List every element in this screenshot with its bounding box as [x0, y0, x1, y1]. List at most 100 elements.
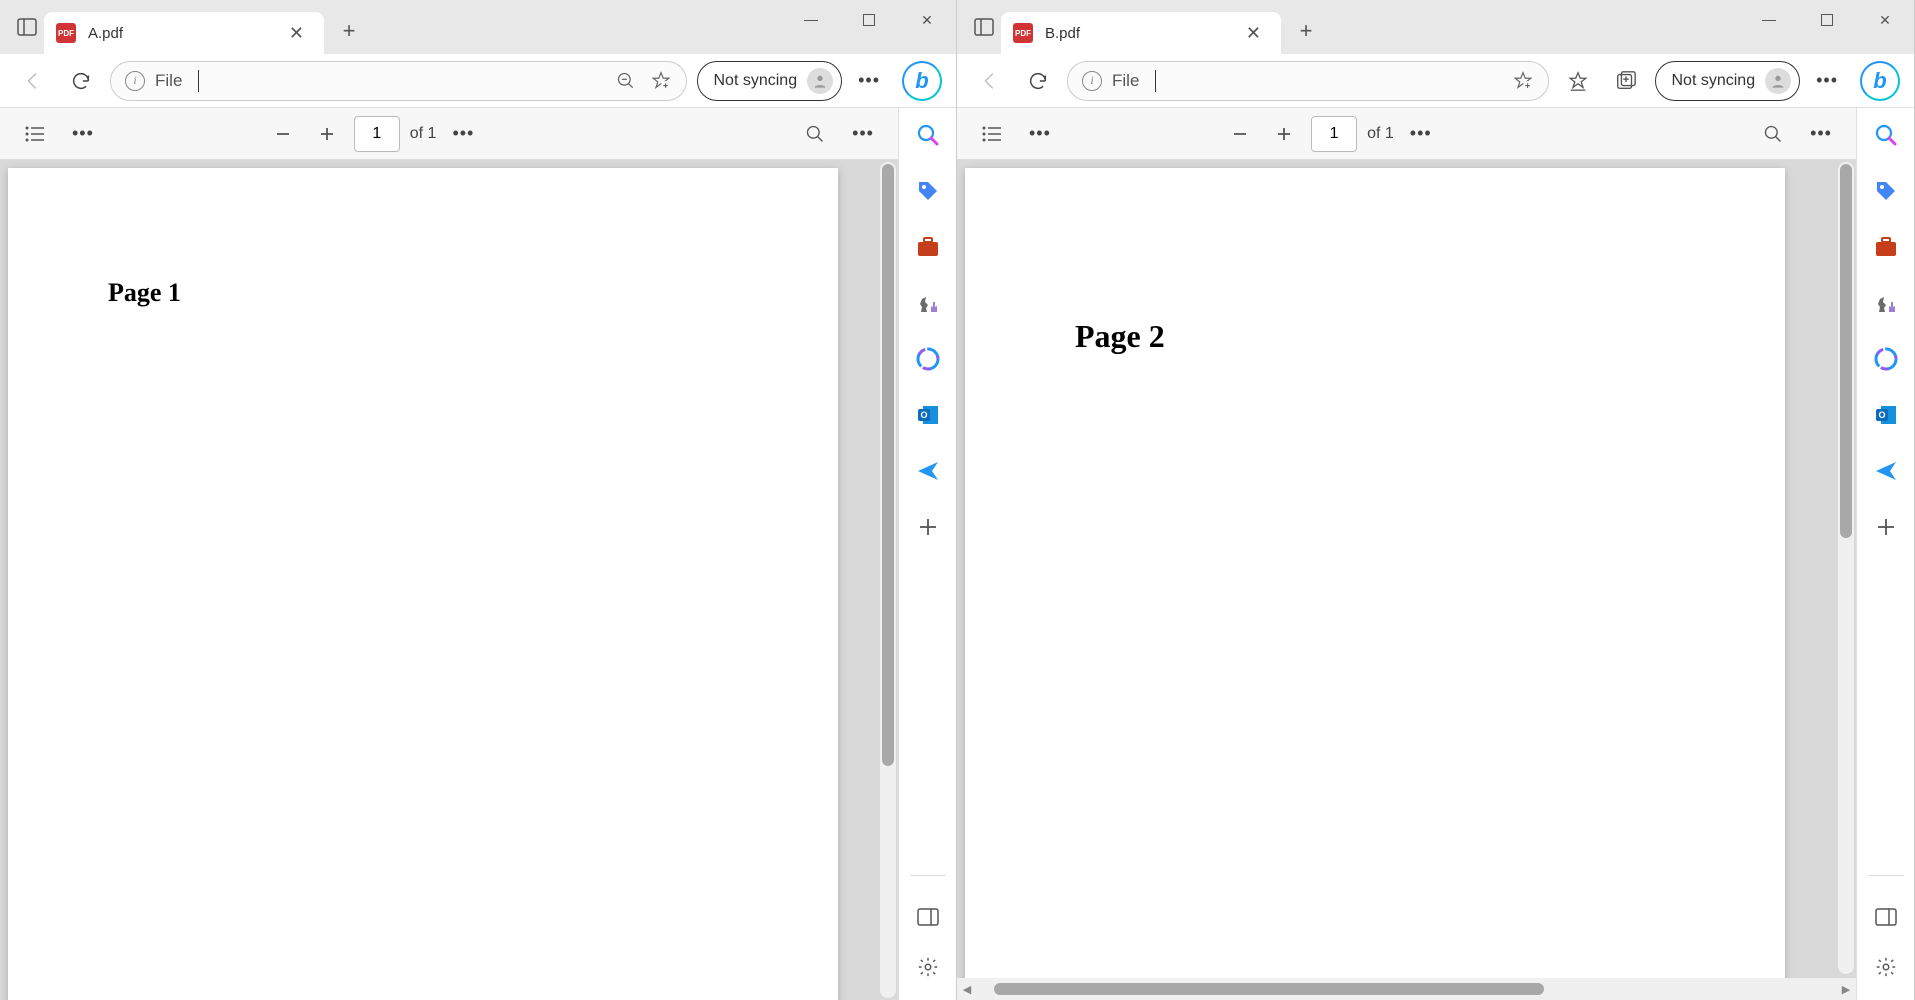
chess-icon[interactable]	[913, 288, 943, 318]
site-info-icon[interactable]: i	[1082, 71, 1102, 91]
scroll-left-arrow[interactable]: ◀	[957, 983, 977, 996]
browser-tab[interactable]: PDF B.pdf ✕	[1001, 12, 1281, 54]
split-screen-icon[interactable]	[1871, 902, 1901, 932]
svg-text:O: O	[920, 410, 927, 420]
copilot-icon[interactable]	[913, 344, 943, 374]
pdf-more-left[interactable]: •••	[1023, 117, 1057, 150]
nav-bar: i File Not syncing ••• b	[0, 54, 956, 108]
sync-label: Not syncing	[714, 72, 798, 90]
briefcase-icon[interactable]	[1871, 232, 1901, 262]
nav-bar: i File Not syncing ••• b	[957, 54, 1914, 108]
find-button[interactable]	[1756, 117, 1790, 151]
browser-tab[interactable]: PDF A.pdf ✕	[44, 12, 324, 54]
content-column: ••• of 1 ••• ••• Page 1	[0, 108, 898, 1000]
zoom-in-button[interactable]	[310, 117, 344, 151]
split-screen-icon[interactable]	[913, 902, 943, 932]
pdf-more-left[interactable]: •••	[66, 117, 100, 150]
edge-sidebar: O	[898, 108, 956, 1000]
more-menu-button[interactable]: •••	[852, 64, 886, 97]
bing-button[interactable]: b	[1860, 61, 1900, 101]
find-button[interactable]	[798, 117, 832, 151]
sync-profile-button[interactable]: Not syncing	[697, 61, 843, 101]
tag-icon[interactable]	[913, 176, 943, 206]
send-icon[interactable]	[913, 456, 943, 486]
maximize-button[interactable]	[840, 0, 898, 40]
scroll-right-arrow[interactable]: ▶	[1836, 983, 1856, 996]
page-total: of 1	[410, 125, 437, 143]
close-window-button[interactable]: ✕	[1856, 0, 1914, 40]
refresh-button[interactable]	[1019, 62, 1057, 100]
page-number-input[interactable]	[354, 116, 400, 152]
chess-icon[interactable]	[1871, 288, 1901, 318]
send-icon[interactable]	[1871, 456, 1901, 486]
briefcase-icon[interactable]	[913, 232, 943, 262]
pdf-file-icon: PDF	[56, 23, 76, 43]
back-button[interactable]	[971, 62, 1009, 100]
tab-actions-button[interactable]	[967, 10, 1001, 44]
profile-avatar-icon	[1765, 68, 1791, 94]
pdf-viewport[interactable]: Page 2 ◀ ▶	[957, 160, 1856, 1000]
close-tab-button[interactable]: ✕	[1238, 19, 1269, 48]
settings-icon[interactable]	[1871, 952, 1901, 982]
vertical-scrollbar[interactable]	[880, 162, 896, 998]
zoom-out-button[interactable]	[266, 117, 300, 151]
pdf-more-right[interactable]: •••	[846, 117, 880, 150]
scroll-thumb[interactable]	[994, 983, 1544, 995]
bing-button[interactable]: b	[902, 61, 942, 101]
outlook-icon[interactable]: O	[913, 400, 943, 430]
sync-label: Not syncing	[1672, 72, 1756, 90]
add-sidebar-icon[interactable]	[913, 512, 943, 542]
main-area: ••• of 1 ••• ••• Page 1	[0, 108, 956, 1000]
search-icon[interactable]	[913, 120, 943, 150]
browser-window-b: PDF B.pdf ✕ + ✕ i File Not syncing	[957, 0, 1915, 1000]
scroll-thumb[interactable]	[882, 164, 894, 766]
page-heading: Page 2	[1075, 318, 1675, 355]
collections-icon[interactable]	[1607, 62, 1645, 100]
favorite-icon[interactable]	[1512, 70, 1534, 92]
address-bar[interactable]: i File	[110, 61, 687, 101]
new-tab-button[interactable]: +	[330, 12, 368, 50]
favorites-bar-icon[interactable]	[1559, 62, 1597, 100]
scroll-track[interactable]	[977, 983, 1836, 995]
outlook-icon[interactable]: O	[1871, 400, 1901, 430]
main-area: ••• of 1 ••• ••• Page 2	[957, 108, 1914, 1000]
close-tab-button[interactable]: ✕	[281, 19, 312, 48]
content-column: ••• of 1 ••• ••• Page 2	[957, 108, 1856, 1000]
text-cursor	[1155, 70, 1156, 92]
sync-profile-button[interactable]: Not syncing	[1655, 61, 1801, 101]
add-sidebar-icon[interactable]	[1871, 512, 1901, 542]
more-menu-button[interactable]: •••	[1810, 64, 1844, 97]
pdf-viewport[interactable]: Page 1	[0, 160, 898, 1000]
zoom-icon[interactable]	[616, 71, 636, 91]
tag-icon[interactable]	[1871, 176, 1901, 206]
profile-avatar-icon	[807, 68, 833, 94]
text-cursor	[198, 70, 199, 92]
new-tab-button[interactable]: +	[1287, 12, 1325, 50]
scroll-thumb[interactable]	[1840, 164, 1852, 538]
svg-text:O: O	[1878, 410, 1885, 420]
favorite-icon[interactable]	[650, 70, 672, 92]
settings-icon[interactable]	[913, 952, 943, 982]
back-button[interactable]	[14, 62, 52, 100]
close-window-button[interactable]: ✕	[898, 0, 956, 40]
contents-button[interactable]	[18, 117, 52, 151]
pdf-more-center[interactable]: •••	[446, 117, 480, 150]
horizontal-scrollbar[interactable]: ◀ ▶	[957, 978, 1856, 1000]
title-bar: PDF B.pdf ✕ + ✕	[957, 0, 1914, 54]
tab-actions-button[interactable]	[10, 10, 44, 44]
copilot-icon[interactable]	[1871, 344, 1901, 374]
page-number-input[interactable]	[1311, 116, 1357, 152]
zoom-out-button[interactable]	[1223, 117, 1257, 151]
address-bar[interactable]: i File	[1067, 61, 1549, 101]
zoom-in-button[interactable]	[1267, 117, 1301, 151]
pdf-more-right[interactable]: •••	[1804, 117, 1838, 150]
minimize-button[interactable]	[782, 0, 840, 40]
pdf-more-center[interactable]: •••	[1404, 117, 1438, 150]
contents-button[interactable]	[975, 117, 1009, 151]
minimize-button[interactable]	[1740, 0, 1798, 40]
site-info-icon[interactable]: i	[125, 71, 145, 91]
search-icon[interactable]	[1871, 120, 1901, 150]
vertical-scrollbar[interactable]	[1838, 162, 1854, 974]
maximize-button[interactable]	[1798, 0, 1856, 40]
refresh-button[interactable]	[62, 62, 100, 100]
